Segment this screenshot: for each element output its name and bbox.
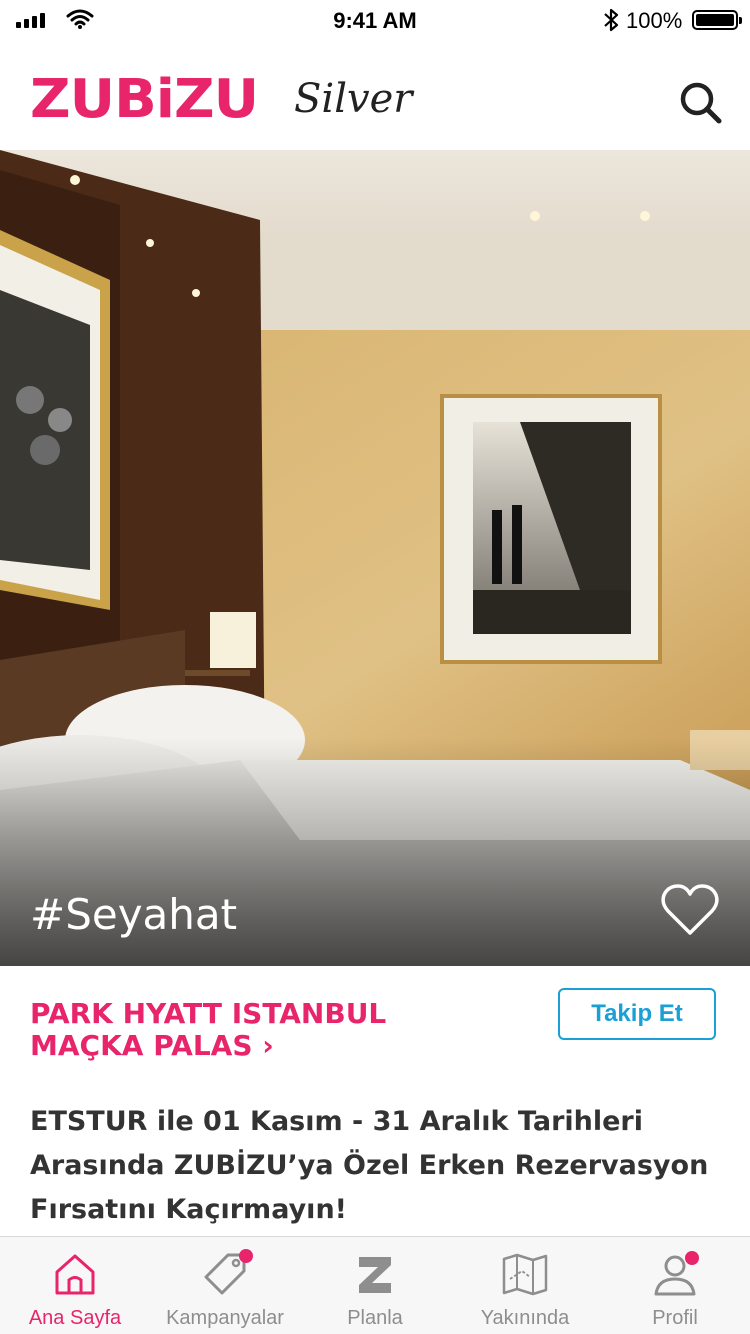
status-bar: 9:41 AM 100%: [0, 0, 750, 40]
home-icon: [55, 1254, 95, 1295]
campaign-description: ETSTUR ile 01 Kasım - 31 Aralık Tarihler…: [30, 1106, 709, 1225]
category-tag[interactable]: #Seyahat: [30, 890, 237, 939]
tab-nearby[interactable]: Yakınında: [450, 1237, 600, 1334]
notification-badge: [685, 1251, 699, 1265]
tab-label: Kampanyalar: [166, 1307, 284, 1329]
tab-plan[interactable]: Planla: [300, 1237, 450, 1334]
battery-icon: [692, 10, 742, 30]
search-icon[interactable]: [676, 78, 724, 126]
tab-home[interactable]: Ana Sayfa: [0, 1237, 150, 1334]
battery-percent: 100%: [626, 8, 683, 33]
follow-button[interactable]: Takip Et: [558, 988, 716, 1040]
venue-link[interactable]: PARK HYATT ISTANBUL MAÇKA PALAS ›: [30, 998, 450, 1062]
heart-icon[interactable]: [660, 880, 720, 940]
tab-label: Ana Sayfa: [28, 1307, 122, 1329]
z-icon: [359, 1257, 391, 1293]
tab-label: Profil: [652, 1307, 698, 1329]
app-header: ZUBiZU Silver: [0, 40, 750, 150]
app-logo-tier: Silver: [294, 76, 413, 122]
bluetooth-icon: [604, 8, 619, 32]
campaign-hero[interactable]: #Seyahat: [0, 150, 750, 966]
tab-bar: Ana Sayfa Kampanyalar Planla Yakınında P…: [0, 1236, 750, 1334]
map-icon: [502, 1253, 548, 1296]
hotel-room-photo: [0, 150, 750, 966]
tab-campaigns[interactable]: Kampanyalar: [150, 1237, 300, 1334]
notification-badge: [239, 1249, 253, 1263]
tab-label: Yakınında: [480, 1307, 570, 1329]
tab-profile[interactable]: Profil: [600, 1237, 750, 1334]
tab-label: Planla: [347, 1307, 403, 1329]
app-logo: ZUBiZU: [30, 68, 259, 131]
